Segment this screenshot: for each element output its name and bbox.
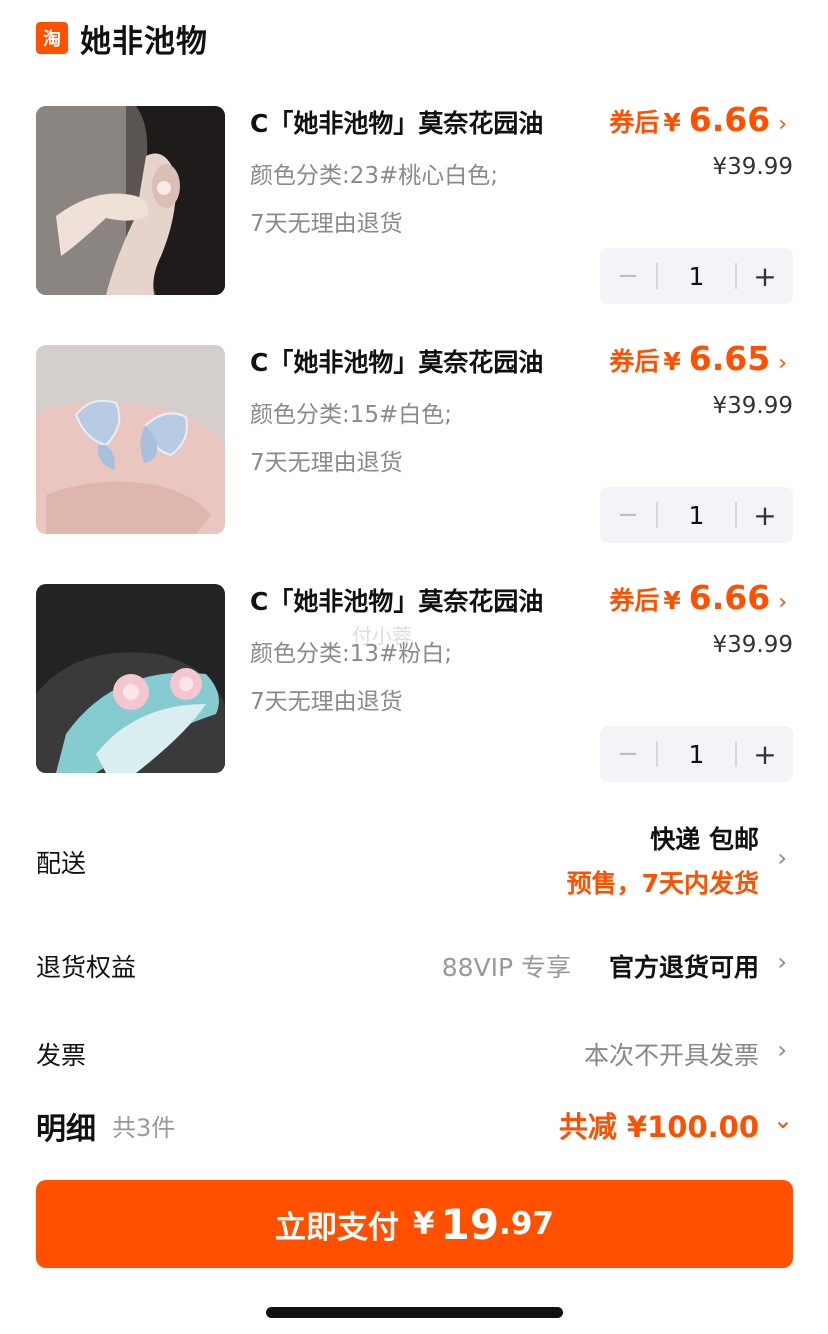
detail-row[interactable]: 明细 共3件 共减 ¥100.00 ⌄ <box>36 1104 793 1148</box>
return-policy: 7天无理由退货 <box>250 211 403 237</box>
cart-item: C「她非池物」莫奈花园油 券后 ¥ 6.65 › 颜色分类:15#白色; ¥39… <box>36 339 793 545</box>
price-value: 6.66 <box>688 100 771 139</box>
vip-tag: 88VIP 专享 <box>441 953 571 982</box>
currency-symbol: ¥ <box>413 1206 435 1242</box>
chevron-right-icon: › <box>778 590 787 615</box>
increase-button[interactable]: + <box>737 499 793 532</box>
chevron-double-down-icon: ⌄ <box>772 1106 793 1134</box>
watermark: 付小蓉 <box>352 624 412 648</box>
original-price: ¥39.99 <box>712 393 793 419</box>
price-value: 6.66 <box>688 578 771 617</box>
product-image[interactable] <box>36 584 225 773</box>
decrease-button[interactable]: − <box>600 261 656 291</box>
chevron-right-icon: › <box>778 112 787 137</box>
coupon-price[interactable]: 券后 ¥ 6.66 › <box>609 578 787 617</box>
product-image[interactable] <box>36 106 225 295</box>
shipping-row[interactable]: 配送 快递 包邮 预售，7天内发货 › <box>36 820 793 904</box>
item-title[interactable]: C「她非池物」莫奈花园油 <box>250 343 543 379</box>
currency-symbol: ¥ <box>663 586 681 615</box>
shipping-label: 配送 <box>36 849 87 878</box>
invoice-value: 本次不开具发票 <box>583 1041 759 1070</box>
returns-label: 退货权益 <box>36 953 137 982</box>
currency-symbol: ¥ <box>663 108 681 137</box>
item-title[interactable]: C「她非池物」莫奈花园油 <box>250 582 543 618</box>
item-count: 共3件 <box>112 1114 176 1142</box>
chevron-right-icon: › <box>777 1036 787 1064</box>
detail-title: 明细 <box>36 1112 96 1147</box>
shop-name[interactable]: 她非池物 <box>80 16 208 61</box>
decrease-button[interactable]: − <box>600 500 656 530</box>
item-title[interactable]: C「她非池物」莫奈花园油 <box>250 104 543 140</box>
quantity-stepper: − 1 + <box>600 487 793 543</box>
returns-row[interactable]: 退货权益 88VIP 专享 官方退货可用 › <box>36 946 793 986</box>
return-policy: 7天无理由退货 <box>250 450 403 476</box>
quantity-stepper: − 1 + <box>600 248 793 304</box>
coupon-price[interactable]: 券后 ¥ 6.65 › <box>609 339 787 378</box>
cart-item: C「她非池物」莫奈花园油 券后 ¥ 6.66 › 颜色分类:23#桃心白色; ¥… <box>36 100 793 306</box>
chevron-right-icon: › <box>778 351 787 376</box>
quantity-value[interactable]: 1 <box>658 262 735 291</box>
shop-header[interactable]: 淘 她非池物 <box>36 16 208 60</box>
price-prefix: 券后 <box>609 586 660 615</box>
chevron-right-icon: › <box>777 948 787 976</box>
invoice-label: 发票 <box>36 1041 87 1070</box>
original-price: ¥39.99 <box>712 154 793 180</box>
product-photo-butterfly <box>36 345 225 534</box>
shipping-method: 快递 包邮 <box>650 825 759 854</box>
decrease-button[interactable]: − <box>600 739 656 769</box>
increase-button[interactable]: + <box>737 738 793 771</box>
original-price: ¥39.99 <box>712 632 793 658</box>
pay-amount-int: 19 <box>440 1199 500 1249</box>
quantity-stepper: − 1 + <box>600 726 793 782</box>
increase-button[interactable]: + <box>737 260 793 293</box>
shipping-note: 预售，7天内发货 <box>566 869 759 898</box>
coupon-price[interactable]: 券后 ¥ 6.66 › <box>609 100 787 139</box>
pay-now-button[interactable]: 立即支付 ¥ 19 .97 <box>36 1180 793 1268</box>
product-photo-flower <box>36 584 225 773</box>
cart-item: C「她非池物」莫奈花园油 券后 ¥ 6.66 › 颜色分类:13#粉白; ¥39… <box>36 578 793 784</box>
home-indicator[interactable] <box>266 1307 563 1318</box>
total-discount: 共减 ¥100.00 <box>558 1110 759 1144</box>
item-spec[interactable]: 颜色分类:15#白色; <box>250 395 452 429</box>
taobao-logo-icon: 淘 <box>36 22 68 54</box>
price-prefix: 券后 <box>609 347 660 376</box>
price-prefix: 券后 <box>609 108 660 137</box>
product-image[interactable] <box>36 345 225 534</box>
returns-value: 官方退货可用 <box>608 953 759 982</box>
item-spec[interactable]: 颜色分类:23#桃心白色; <box>250 156 498 190</box>
currency-symbol: ¥ <box>663 347 681 376</box>
return-policy: 7天无理由退货 <box>250 689 403 715</box>
pay-amount-dec: .97 <box>499 1206 554 1242</box>
price-value: 6.65 <box>688 339 771 378</box>
pay-label: 立即支付 <box>275 1209 400 1246</box>
quantity-value[interactable]: 1 <box>658 501 735 530</box>
chevron-right-icon: › <box>777 844 787 872</box>
product-photo-ear <box>36 106 225 295</box>
invoice-row[interactable]: 发票 本次不开具发票 › <box>36 1034 793 1074</box>
quantity-value[interactable]: 1 <box>658 740 735 769</box>
